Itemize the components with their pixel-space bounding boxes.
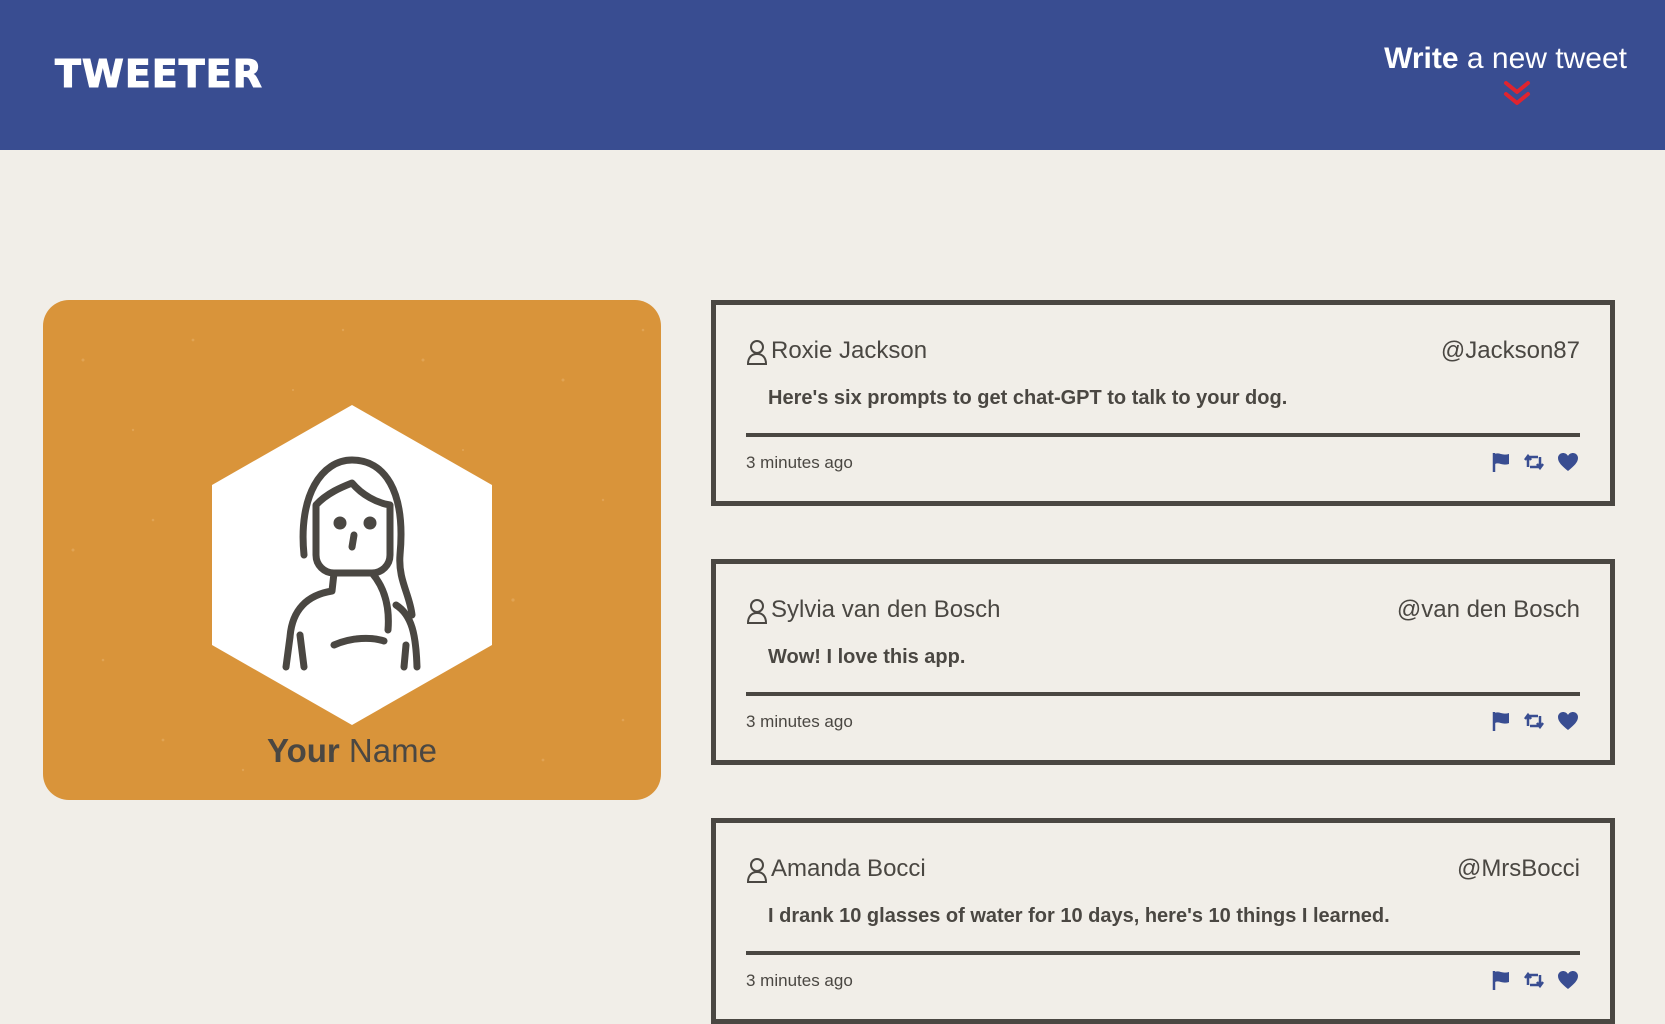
retweet-icon[interactable] [1523, 969, 1545, 991]
user-outline-icon [746, 599, 768, 624]
tweet-actions [1490, 969, 1580, 993]
profile-name-rest: Name [339, 732, 437, 769]
double-chevron-down-icon[interactable] [1502, 80, 1532, 108]
tweet-actions [1490, 451, 1580, 475]
profile-name-bold: Your [267, 732, 340, 769]
tweet-header: Sylvia van den Bosch @van den Bosch [746, 596, 1580, 630]
tweet-header: Roxie Jackson @Jackson87 [746, 337, 1580, 371]
tweet-card: Roxie Jackson @Jackson87 Here's six prom… [711, 300, 1615, 506]
tweet-author-handle: @Jackson87 [1440, 337, 1580, 364]
tweet-author-name: Roxie Jackson [771, 337, 928, 364]
tweet-timestamp: 3 minutes ago [746, 453, 853, 472]
write-label-rest: a new tweet [1458, 42, 1627, 75]
tweet-divider [746, 951, 1580, 955]
tweet-content: Wow! I love this app. [768, 646, 966, 668]
top-navbar: TWEETER Write a new tweet [0, 0, 1665, 150]
tweet-card: Sylvia van den Bosch @van den Bosch Wow!… [711, 559, 1615, 765]
flag-icon[interactable] [1490, 969, 1512, 991]
tweet-card: Amanda Bocci @MrsBocci I drank 10 glasse… [711, 818, 1615, 1024]
tweet-author-handle: @van den Bosch [1396, 596, 1580, 623]
heart-icon[interactable] [1557, 451, 1579, 473]
tweet-author-handle: @MrsBocci [1456, 855, 1580, 882]
write-new-tweet-link[interactable]: Write a new tweet [1384, 42, 1627, 76]
user-outline-icon [746, 858, 768, 883]
retweet-icon[interactable] [1523, 710, 1545, 732]
tweet-author-name: Amanda Bocci [771, 855, 926, 882]
heart-icon[interactable] [1557, 969, 1579, 991]
tweet-timestamp: 3 minutes ago [746, 712, 853, 731]
retweet-icon[interactable] [1523, 451, 1545, 473]
tweet-header: Amanda Bocci @MrsBocci [746, 855, 1580, 889]
brand-logo[interactable]: TWEETER [55, 52, 263, 97]
profile-card: Your Name [43, 300, 661, 800]
tweet-actions [1490, 710, 1580, 734]
write-label-bold: Write [1384, 42, 1459, 75]
tweet-timestamp: 3 minutes ago [746, 971, 853, 990]
tweet-content: I drank 10 glasses of water for 10 days,… [768, 905, 1390, 927]
profile-name: Your Name [43, 732, 661, 770]
tweet-divider [746, 692, 1580, 696]
flag-icon[interactable] [1490, 710, 1512, 732]
avatar [212, 405, 492, 725]
heart-icon[interactable] [1557, 710, 1579, 732]
user-outline-icon [746, 340, 768, 365]
flag-icon[interactable] [1490, 451, 1512, 473]
tweet-content: Here's six prompts to get chat-GPT to ta… [768, 387, 1288, 409]
tweet-author-name: Sylvia van den Bosch [771, 596, 1001, 623]
tweet-divider [746, 433, 1580, 437]
